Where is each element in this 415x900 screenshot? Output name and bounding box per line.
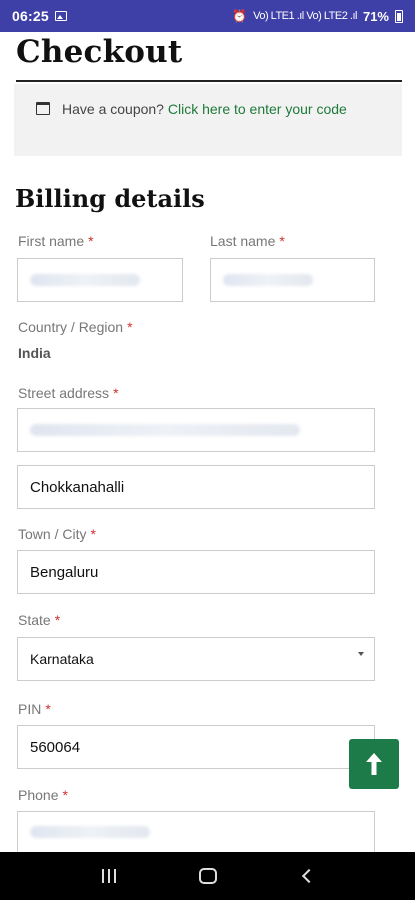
status-time: 06:25 <box>12 8 49 24</box>
street-label: Street address * <box>18 385 119 401</box>
battery-percent: 71% <box>362 8 389 24</box>
title-divider <box>16 80 402 82</box>
pin-label-text: PIN <box>18 701 42 717</box>
state-select[interactable]: Karnataka <box>17 637 375 681</box>
required-mark: * <box>279 233 285 249</box>
required-mark: * <box>127 319 133 335</box>
required-mark: * <box>45 701 51 717</box>
country-label: Country / Region * <box>18 319 133 335</box>
battery-icon <box>395 9 403 23</box>
redacted-value <box>223 274 313 286</box>
coupon-text: Have a coupon? <box>62 101 164 117</box>
street-address-field[interactable] <box>17 408 375 452</box>
required-mark: * <box>62 787 68 803</box>
phone-label-text: Phone <box>18 787 59 803</box>
first-name-label-text: First name <box>18 233 85 249</box>
required-mark: * <box>113 385 119 401</box>
pin-value: 560064 <box>30 738 81 756</box>
required-mark: * <box>90 526 96 542</box>
state-label-text: State <box>18 612 51 628</box>
redacted-value <box>30 274 140 286</box>
coupon-notice: Have a coupon? Click here to enter your … <box>14 84 402 156</box>
alarm-icon: ⏰ <box>232 9 248 23</box>
country-value: India <box>18 345 51 361</box>
last-name-field[interactable] <box>210 258 375 302</box>
required-mark: * <box>88 233 94 249</box>
dropdown-arrow-icon <box>358 652 364 656</box>
coupon-link[interactable]: Click here to enter your code <box>168 101 347 117</box>
coupon-icon <box>36 102 50 115</box>
city-field[interactable]: Bengaluru <box>17 550 375 594</box>
first-name-field[interactable] <box>17 258 183 302</box>
state-label: State * <box>18 612 60 628</box>
phone-label: Phone * <box>18 787 68 803</box>
state-value: Karnataka <box>30 651 94 667</box>
city-value: Bengaluru <box>30 563 99 581</box>
home-icon[interactable] <box>198 868 217 884</box>
status-right: ⏰ Vo) LTE1 .ıl Vo) LTE2 .ıl 71% <box>232 9 403 24</box>
last-name-label: Last name * <box>210 233 285 249</box>
street-line2-value: Chokkanahalli <box>30 478 125 496</box>
pin-field[interactable]: 560064 <box>17 725 375 769</box>
country-label-text: Country / Region <box>18 319 124 335</box>
back-icon[interactable] <box>301 868 316 884</box>
scroll-to-top-button[interactable] <box>349 739 399 789</box>
last-name-label-text: Last name <box>210 233 276 249</box>
page-title: Checkout <box>16 34 183 70</box>
system-nav-bar <box>0 852 415 900</box>
redacted-value <box>30 826 150 838</box>
network-status: Vo) LTE1 .ıl Vo) LTE2 .ıl <box>253 10 357 22</box>
street-label-text: Street address <box>18 385 110 401</box>
recent-apps-icon[interactable] <box>101 869 116 883</box>
redacted-value <box>30 424 300 436</box>
pin-label: PIN * <box>18 701 51 717</box>
phone-field[interactable] <box>17 811 375 853</box>
first-name-label: First name * <box>18 233 94 249</box>
street-address-line2-field[interactable]: Chokkanahalli <box>17 465 375 509</box>
billing-title: Billing details <box>15 184 205 213</box>
status-bar: 06:25 ⏰ Vo) LTE1 .ıl Vo) LTE2 .ıl 71% <box>0 0 415 32</box>
city-label-text: Town / City <box>18 526 87 542</box>
city-label: Town / City * <box>18 526 96 542</box>
arrow-up-icon <box>366 753 382 775</box>
gallery-notification-icon <box>54 11 67 21</box>
required-mark: * <box>54 612 61 628</box>
